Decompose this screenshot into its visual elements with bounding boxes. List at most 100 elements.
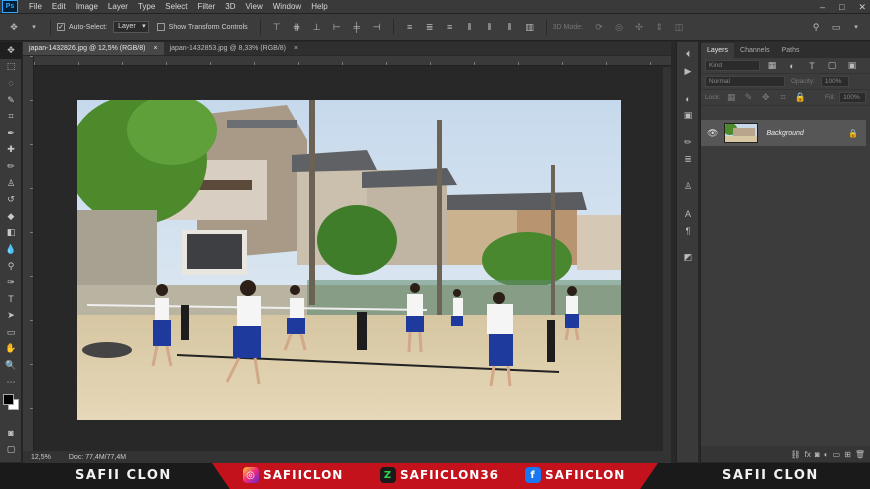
align-left-icon[interactable]: ⊢ (331, 21, 343, 33)
character-panel-icon[interactable]: A (677, 205, 699, 222)
bucket-icon[interactable]: ◧ (0, 225, 22, 242)
menu-file[interactable]: File (24, 0, 47, 14)
align-top-icon[interactable]: ⊤ (271, 21, 283, 33)
more-icon[interactable]: ⋯ (0, 374, 22, 391)
lock-pixels-icon[interactable]: ▦ (726, 92, 737, 104)
mask-icon[interactable]: ◙ (815, 450, 820, 459)
vertical-scrollbar[interactable] (663, 67, 671, 451)
fill-input[interactable]: 100% (839, 92, 866, 103)
close-icon[interactable]: × (294, 42, 298, 55)
screen-mode-icon[interactable]: ▢ (0, 441, 22, 458)
menu-3d[interactable]: 3D (220, 0, 240, 14)
menu-select[interactable]: Select (160, 0, 192, 14)
auto-align-icon[interactable]: ▥ (524, 21, 536, 33)
healing-icon[interactable]: ✚ (0, 142, 22, 159)
brush-panel-icon[interactable]: ✏ (677, 134, 699, 151)
menu-window[interactable]: Window (268, 0, 306, 14)
3d-slide-icon[interactable]: ⇕ (653, 21, 665, 33)
kind-filter[interactable]: Kind (705, 60, 760, 71)
distribute-left-icon[interactable]: ⦀ (464, 21, 476, 33)
zoom-icon[interactable]: 🔍 (0, 357, 22, 374)
layer-background[interactable]: 👁 Background 🔒 (701, 120, 866, 146)
align-hcenter-icon[interactable]: ╪ (351, 21, 363, 33)
menu-view[interactable]: View (241, 0, 268, 14)
link-icon[interactable]: ⛓ (791, 450, 801, 459)
rectangle-icon[interactable]: ▭ (0, 324, 22, 341)
filter-shape-icon[interactable]: ▢ (826, 60, 838, 72)
opacity-input[interactable]: 100% (820, 76, 849, 87)
quick-mask-icon[interactable]: ◙ (0, 424, 22, 441)
menu-image[interactable]: Image (71, 0, 103, 14)
marquee-icon[interactable]: ⬚ (0, 59, 22, 76)
fx-icon[interactable]: fx (805, 450, 811, 459)
close-icon[interactable]: × (153, 42, 157, 55)
tab-layers[interactable]: Layers (701, 43, 735, 58)
tab-paths[interactable]: Paths (776, 43, 806, 58)
filter-pixel-icon[interactable]: ▦ (766, 60, 778, 72)
search-icon[interactable]: ⚲ (810, 21, 822, 33)
menu-layer[interactable]: Layer (103, 0, 133, 14)
maximize-button[interactable]: □ (839, 0, 844, 14)
3d-drag-icon[interactable]: ✣ (633, 21, 645, 33)
3d-scale-icon[interactable]: ◫ (673, 21, 685, 33)
lock-position-icon[interactable]: ✥ (760, 92, 771, 104)
canvas-area[interactable] (35, 67, 663, 451)
quick-select-icon[interactable]: ✎ (0, 92, 22, 109)
lock-all-icon[interactable]: 🔒 (795, 92, 806, 104)
tab-channels[interactable]: Channels (734, 43, 776, 58)
document-image[interactable] (77, 100, 621, 420)
group-icon[interactable]: ▭ (833, 450, 841, 459)
transform-controls-checkbox[interactable] (156, 23, 165, 31)
blend-mode-select[interactable]: Normal (705, 76, 785, 87)
align-right-icon[interactable]: ⊣ (371, 21, 383, 33)
paragraph-panel-icon[interactable]: ¶ (677, 222, 699, 239)
chevron-down-icon[interactable]: ▾ (28, 21, 40, 33)
tab-document-1[interactable]: japan-1432826.jpg @ 12,5% (RGB/8) × (23, 42, 164, 55)
close-window-button[interactable]: ✕ (858, 0, 866, 14)
glyphs-panel-icon[interactable]: ◩ (677, 249, 699, 266)
tab-document-2[interactable]: japan-1432853.jpg @ 8,33% (RGB/8) × (164, 42, 305, 55)
clone-source-icon[interactable]: ♙ (677, 178, 699, 195)
visibility-eye-icon[interactable]: 👁 (707, 128, 718, 139)
filter-smart-icon[interactable]: ▣ (846, 60, 858, 72)
distribute-right-icon[interactable]: ⦀ (504, 21, 516, 33)
path-select-icon[interactable]: ➤ (0, 308, 22, 325)
hand-icon[interactable]: ✋ (0, 341, 22, 358)
zoom-level[interactable]: 12,5% (31, 454, 51, 461)
color-swatches[interactable] (0, 390, 21, 424)
chevron-down-icon[interactable]: ▾ (850, 21, 862, 33)
trash-icon[interactable]: 🗑 (855, 450, 865, 459)
menu-help[interactable]: Help (306, 0, 332, 14)
minimize-button[interactable]: – (820, 0, 825, 14)
distribute-top-icon[interactable]: ≡ (404, 21, 416, 33)
eyedropper-icon[interactable]: ✒ (0, 125, 22, 142)
align-bottom-icon[interactable]: ⊥ (311, 21, 323, 33)
filter-type-icon[interactable]: T (806, 60, 818, 72)
type-icon[interactable]: T (0, 291, 22, 308)
3d-roll-icon[interactable]: ◎ (613, 21, 625, 33)
adjustments-panel-icon[interactable]: ◐ (677, 90, 699, 107)
dodge-icon[interactable]: ⚲ (0, 258, 22, 275)
auto-select-checkbox[interactable]: ✓ (57, 23, 65, 31)
distribute-vcenter-icon[interactable]: ≣ (424, 21, 436, 33)
history-brush-icon[interactable]: ↺ (0, 191, 22, 208)
brush-settings-icon[interactable]: ≣ (677, 151, 699, 168)
workspace-icon[interactable]: ▭ (830, 21, 842, 33)
distribute-hcenter-icon[interactable]: ⦀ (484, 21, 496, 33)
styles-panel-icon[interactable]: ▣ (677, 107, 699, 124)
menu-type[interactable]: Type (133, 0, 160, 14)
brush-icon[interactable]: ✏ (0, 158, 22, 175)
stamp-icon[interactable]: ♙ (0, 175, 22, 192)
lock-paint-icon[interactable]: ✎ (743, 92, 754, 104)
adjustment-layer-icon[interactable]: ◐ (824, 450, 829, 459)
crop-icon[interactable]: ⌗ (0, 108, 22, 125)
layer-name[interactable]: Background (766, 130, 803, 137)
3d-rotate-icon[interactable]: ⟳ (593, 21, 605, 33)
lock-artboard-icon[interactable]: ⌗ (777, 92, 788, 104)
auto-select-dropdown[interactable]: Layer (113, 21, 149, 33)
new-layer-icon[interactable]: ⊞ (844, 450, 851, 459)
move-icon[interactable]: ✥ (0, 42, 22, 59)
eraser-icon[interactable]: ◆ (0, 208, 22, 225)
move-tool-preset-icon[interactable]: ✥ (8, 21, 20, 33)
pen-icon[interactable]: ✑ (0, 274, 22, 291)
